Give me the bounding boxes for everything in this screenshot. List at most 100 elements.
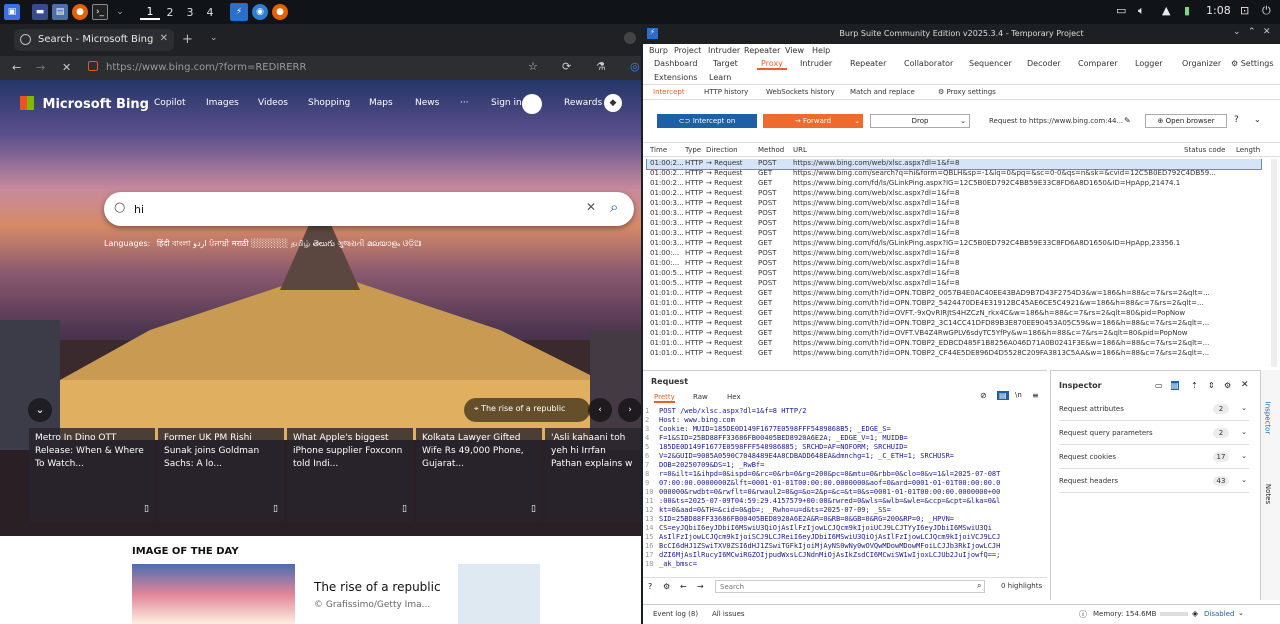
files-icon[interactable]: ▤ (52, 4, 68, 20)
help-icon[interactable]: ? (648, 582, 652, 591)
col-type[interactable]: Type (685, 146, 701, 154)
forward-icon[interactable]: → (36, 61, 45, 74)
table-row[interactable]: 01:01:0... HTTP → Request GET https://www.bi… (647, 349, 1261, 359)
help-icon[interactable]: ? (1234, 115, 1239, 125)
table-row[interactable]: 01:00:2... HTTP → Request POST https://www.b… (646, 159, 1262, 170)
menu-repeater[interactable]: Repeater (744, 46, 780, 55)
tab-decoder[interactable]: Decoder (1027, 59, 1061, 68)
news-card[interactable]: 'Asli kahaani toh yeh hi Irrfan Pathan e… (545, 428, 641, 522)
tab-target[interactable]: Target (713, 59, 738, 68)
tab-collaborator[interactable]: Collaborator (904, 59, 953, 68)
menu-intruder[interactable]: Intruder (708, 46, 740, 55)
col-length[interactable]: Length (1236, 146, 1260, 154)
tab-proxy[interactable]: Proxy (757, 59, 787, 70)
menu-view[interactable]: View (785, 46, 804, 55)
open-browser-button[interactable]: ⊕ Open browser (1145, 114, 1227, 128)
next-match-icon[interactable]: → (697, 582, 704, 591)
table-row[interactable]: 01:00:... HTTP → Request POST https://www.bi… (647, 249, 1261, 259)
close-inspector-icon[interactable]: ✕ (1241, 380, 1249, 390)
table-scrollbar[interactable] (1271, 159, 1277, 367)
table-row[interactable]: 01:00:5... HTTP → Request POST https://www.b… (647, 269, 1261, 279)
firefox-taskbar-icon[interactable]: ● (272, 4, 288, 20)
languages-list[interactable]: हिंदी বাংলা اردو ਪੰਜਾਬੀ मराठी ░░░░░░ தமி… (157, 239, 422, 248)
new-tab-icon[interactable]: + (182, 32, 193, 47)
disabled-status[interactable]: Disabled (1204, 610, 1234, 618)
table-row[interactable]: 01:01:0... HTTP → Request GET https://www.bi… (647, 309, 1261, 319)
terminal-icon[interactable]: ›_ (92, 4, 108, 20)
side-tab-notes[interactable]: Notes (1264, 484, 1272, 504)
table-row[interactable]: 01:00:5... HTTP → Request POST https://www.b… (647, 279, 1261, 289)
images-link[interactable]: Images (206, 98, 239, 108)
minimize-icon[interactable]: ⌄ (1233, 27, 1241, 37)
col-url[interactable]: URL (793, 146, 807, 154)
battery-icon[interactable]: ▮ (1184, 4, 1190, 17)
menu-help[interactable]: Help (812, 46, 830, 55)
more-link[interactable]: ··· (460, 98, 469, 108)
drop-dropdown-icon[interactable]: ⌄ (960, 115, 966, 127)
table-row[interactable]: 01:01:0... HTTP → Request GET https://www.bi… (647, 329, 1261, 339)
shopping-link[interactable]: Shopping (308, 98, 350, 108)
menu-burp[interactable]: Burp (649, 46, 668, 55)
inspector-item[interactable]: Request cookies 17 ⌄ (1059, 447, 1249, 469)
side-tab-inspector[interactable]: Inspector (1263, 402, 1271, 435)
collapse-all-icon[interactable]: ⇕ (1208, 381, 1215, 390)
newline-icon[interactable]: \n (1015, 391, 1022, 399)
bell-icon[interactable]: ▲ (1162, 4, 1170, 17)
tab-organizer[interactable]: Organizer (1182, 59, 1221, 68)
volume-icon[interactable]: 🔈︎ (1138, 4, 1145, 18)
render-icon[interactable]: ▤ (997, 391, 1009, 400)
tab-extensions[interactable]: Extensions (654, 73, 697, 82)
tab-sequencer[interactable]: Sequencer (969, 59, 1012, 68)
subtab-http-history[interactable]: HTTP history (704, 88, 748, 96)
tab-learn[interactable]: Learn (709, 73, 731, 82)
table-row[interactable]: 01:01:0... HTTP → Request GET https://www.bi… (647, 339, 1261, 349)
workspace-4[interactable]: 4 (200, 6, 220, 19)
table-row[interactable]: 01:00:3... HTTP → Request POST https://www.b… (647, 219, 1261, 229)
flask-icon[interactable]: ⚗ (596, 60, 606, 73)
image-caption[interactable]: ⌖ The rise of a republic (464, 398, 590, 422)
subtab-match-replace[interactable]: Match and replace (850, 88, 915, 96)
browser-tab[interactable]: Search - Microsoft Bing ✕ (14, 29, 174, 51)
app-menu-icon[interactable]: ▣ (4, 4, 20, 20)
maps-link[interactable]: Maps (369, 98, 393, 108)
videos-link[interactable]: Videos (258, 98, 288, 108)
search-submit-icon[interactable]: ⌕ (610, 198, 618, 216)
workspace-3[interactable]: 3 (180, 6, 200, 19)
copilot-link[interactable]: Copilot (154, 98, 186, 108)
gear-icon[interactable]: ⚙ (1224, 381, 1231, 390)
status-dropdown-icon[interactable]: ⌄ (1238, 609, 1244, 617)
workspace-1[interactable]: 1 (140, 5, 160, 20)
layout-split-icon[interactable]: ▤ (1171, 381, 1179, 390)
settings-button[interactable]: ⚙ Settings (1231, 59, 1274, 68)
stop-icon[interactable]: ✕ (62, 61, 71, 74)
tab-dashboard[interactable]: Dashboard (654, 59, 697, 68)
event-log[interactable]: Event log (8) (653, 610, 698, 618)
hide-icon[interactable]: ⊘ (980, 391, 987, 400)
expand-icon[interactable]: ⇡ (1191, 381, 1198, 390)
news-link[interactable]: News (415, 98, 439, 108)
burp-taskbar-icon[interactable]: ⚡ (230, 3, 248, 21)
tab-repeater[interactable]: Repeater (850, 59, 886, 68)
subtab-websockets-history[interactable]: WebSockets history (766, 88, 835, 96)
power-icon[interactable]: ⏻ (1262, 4, 1271, 18)
forward-button[interactable]: → Forward ⌄ (763, 114, 863, 128)
tab-pretty[interactable]: Pretty (654, 393, 675, 403)
gear-icon[interactable]: ⚙ (663, 582, 670, 591)
back-icon[interactable]: ← (12, 61, 21, 74)
star-icon[interactable]: ☆ (528, 60, 538, 73)
clear-search-icon[interactable]: ✕ (586, 200, 596, 214)
proxy-settings-button[interactable]: ⚙ Proxy settings (938, 88, 996, 96)
display-icon[interactable]: ▭ (1116, 4, 1126, 17)
chevron-down-icon[interactable]: ⌄ (112, 4, 128, 20)
close-window-icon[interactable]: ✕ (1263, 27, 1271, 37)
prev-image-icon[interactable]: ‹ (588, 398, 612, 422)
table-row[interactable]: 01:00:3... HTTP → Request POST https://www.b… (647, 229, 1261, 239)
col-direction[interactable]: Direction (706, 146, 738, 154)
col-time[interactable]: Time (650, 146, 667, 154)
tab-close-icon[interactable]: ✕ (160, 33, 168, 44)
request-editor[interactable]: 1 POST /web/xlsc.aspx?dl=1&f=8 HTTP/2 2 Hos… (643, 407, 1047, 569)
iotd-thumbnail[interactable] (132, 564, 295, 624)
intercept-toggle[interactable]: ⊂⊃ Intercept on (657, 114, 757, 128)
tab-intruder[interactable]: Intruder (800, 59, 832, 68)
table-row[interactable]: 01:00:2... HTTP → Request GET https://www.bi… (647, 169, 1261, 179)
